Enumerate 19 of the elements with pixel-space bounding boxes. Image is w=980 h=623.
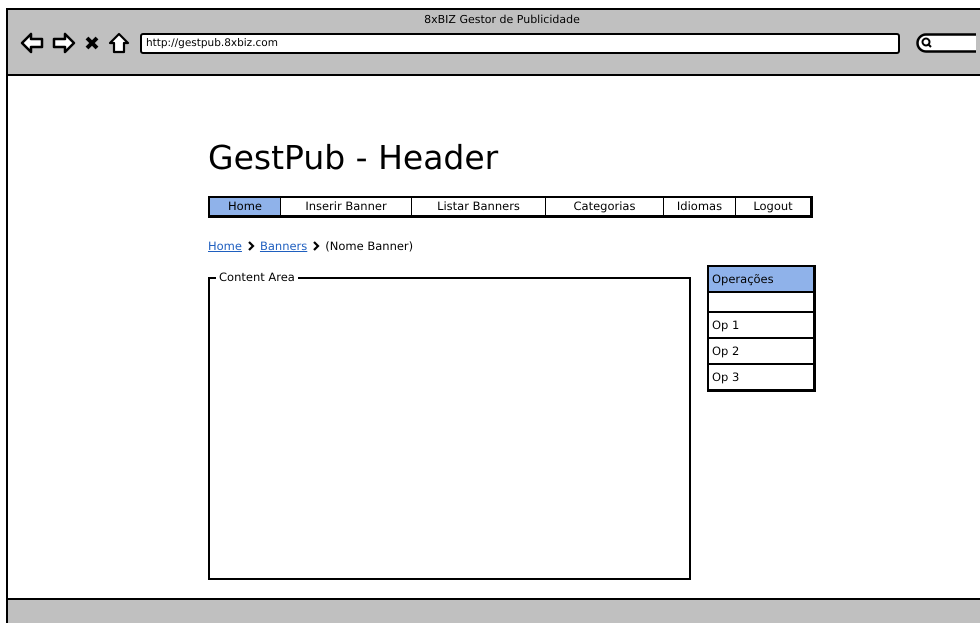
breadcrumb-current: (Nome Banner)	[325, 239, 414, 253]
list-item[interactable]: Op 3	[709, 365, 813, 389]
list-item[interactable]: Op 1	[709, 313, 813, 339]
chevron-icon	[246, 241, 255, 251]
address-field[interactable]: http://gestpub.8xbiz.com	[140, 32, 900, 54]
breadcrumb-link[interactable]: Home	[208, 239, 242, 253]
breadcrumb-link[interactable]: Banners	[260, 239, 308, 253]
chevron-icon	[312, 241, 320, 251]
back-icon[interactable]	[20, 32, 44, 54]
nav-tab[interactable]: Home	[210, 198, 280, 215]
forward-icon[interactable]	[52, 32, 76, 54]
list-item[interactable]: Op 2	[709, 339, 813, 365]
list-header: Operações	[709, 267, 813, 293]
close-icon[interactable]	[84, 35, 100, 51]
home-icon[interactable]	[108, 32, 130, 54]
search-icon[interactable]	[916, 33, 976, 53]
page-title: GestPub - Header	[208, 137, 500, 178]
window-title: 8xBIZ Gestor de Publicidade	[423, 12, 581, 27]
panel-legend: Content Area	[216, 270, 298, 284]
